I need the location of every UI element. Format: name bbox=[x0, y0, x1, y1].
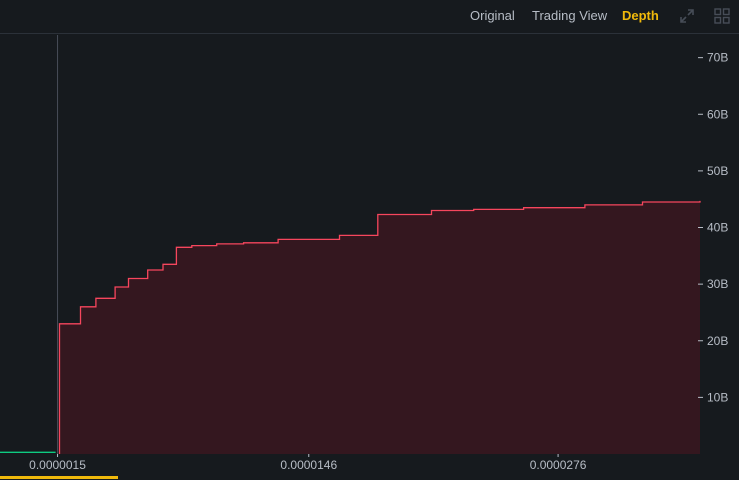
y-tick-label: 30B bbox=[707, 277, 728, 291]
x-tick-label: 0.0000276 bbox=[530, 458, 587, 472]
expand-icon[interactable] bbox=[678, 7, 696, 25]
depth-chart[interactable]: 10B 20B 30B 40B 50B 60B 70B 0.0000015 0.0000146 0… bbox=[0, 35, 739, 475]
y-tick-label: 50B bbox=[707, 164, 728, 178]
tab-depth[interactable]: Depth bbox=[622, 7, 659, 25]
x-tick-label: 0.0000146 bbox=[280, 458, 337, 472]
y-tick-label: 60B bbox=[707, 107, 728, 121]
active-indicator-bar bbox=[0, 476, 118, 479]
y-tick-label: 70B bbox=[707, 51, 728, 65]
grid-layout-icon[interactable] bbox=[713, 7, 731, 25]
ask-depth-area bbox=[59, 200, 700, 454]
tab-original[interactable]: Original bbox=[470, 7, 515, 25]
y-tick-label: 10B bbox=[707, 390, 728, 404]
x-tick-label: 0.0000015 bbox=[29, 458, 86, 472]
depth-chart-panel: Original Trading View Depth 10B 20B 30B 40B… bbox=[0, 0, 739, 480]
chart-toolbar: Original Trading View Depth bbox=[0, 0, 739, 34]
y-tick-label: 40B bbox=[707, 221, 728, 235]
tab-trading-view[interactable]: Trading View bbox=[532, 7, 607, 25]
y-tick-label: 20B bbox=[707, 334, 728, 348]
